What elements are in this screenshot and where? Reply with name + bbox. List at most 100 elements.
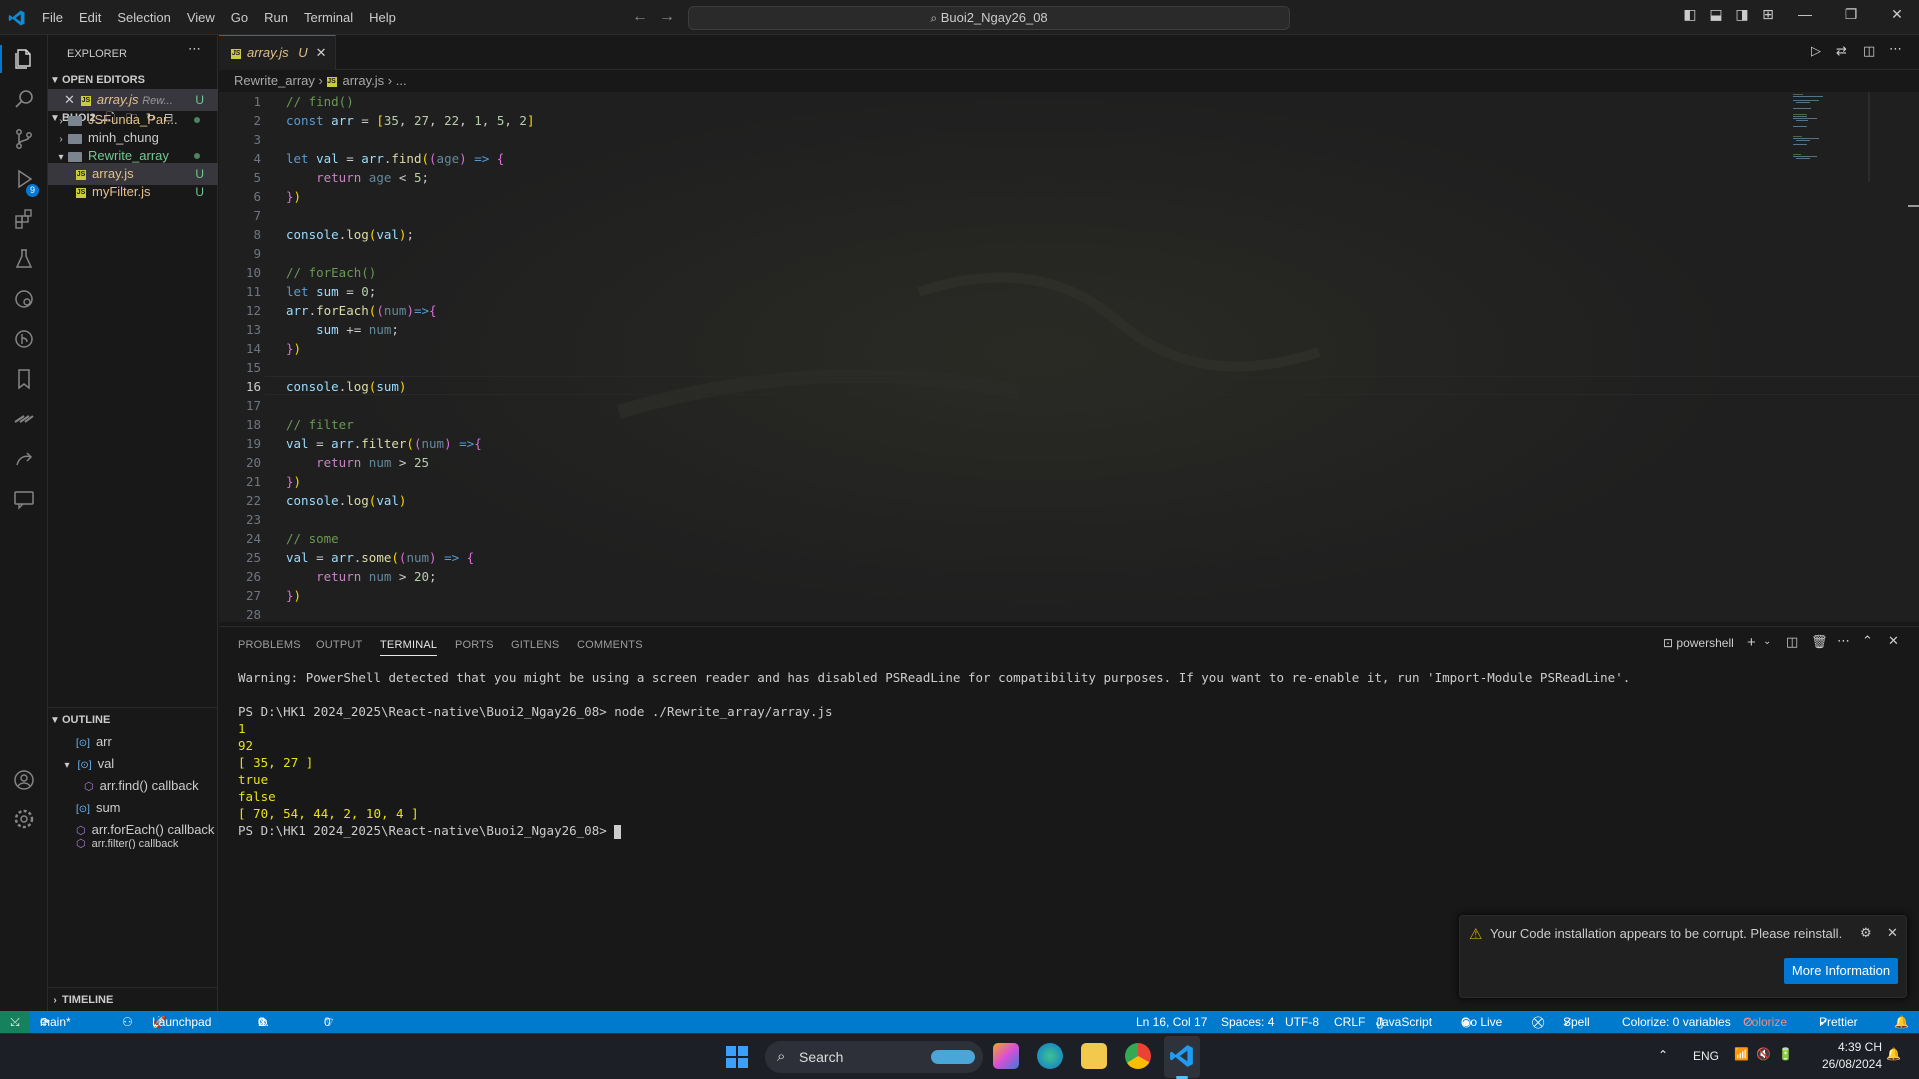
input-language[interactable]: ENG (1693, 1049, 1719, 1063)
kill-terminal-icon[interactable]: 🗑 (1811, 634, 1828, 650)
minimize-window-icon[interactable]: — (1795, 6, 1815, 22)
split-terminal-icon[interactable]: ◫ (1786, 634, 1798, 650)
terminal-shell-selector[interactable]: ⊡ powershell (1663, 636, 1734, 650)
live-share-icon[interactable] (12, 447, 36, 471)
remote-explorer-icon[interactable] (12, 287, 36, 311)
testing-flask-icon[interactable] (12, 247, 36, 271)
folder-icon (68, 133, 82, 144)
menu-selection[interactable]: Selection (109, 0, 178, 35)
code-editor[interactable]: 1 2 3 4 5 6 7 8 9 10 11 12 13 14 15 16 17 18 19 20 21 22 23 24 2… (219, 92, 1919, 622)
code-content[interactable]: // find() const arr = [35, 27, 22, 1, 5,… (286, 92, 534, 605)
cursor-position[interactable]: Ln 16, Col 17 (1136, 1011, 1207, 1033)
source-control-icon[interactable] (12, 127, 36, 151)
show-hidden-icons-icon[interactable]: ⌃ (1658, 1048, 1668, 1062)
outline-item[interactable]: ▾ [⊙] val (48, 753, 218, 775)
menu-go[interactable]: Go (223, 0, 256, 35)
outline-item[interactable]: [⊙] sum (48, 797, 218, 819)
manage-gear-icon[interactable] (12, 807, 36, 831)
end-of-line[interactable]: CRLF (1334, 1011, 1365, 1033)
breadcrumb-symbol[interactable]: ... (396, 73, 407, 88)
notification-bell-icon[interactable]: 🔔 (1886, 1047, 1901, 1061)
menu-run[interactable]: Run (256, 0, 296, 35)
tree-file-myfilter-js[interactable]: JS myFilter.js U (48, 181, 218, 203)
extensions-icon[interactable] (12, 207, 36, 231)
timeline-header[interactable]: › TIMELINE (48, 989, 218, 1011)
encoding[interactable]: UTF-8 (1285, 1011, 1319, 1033)
menu-file[interactable]: File (34, 0, 71, 35)
search-icon[interactable] (12, 87, 36, 111)
run-file-icon[interactable]: ▷ (1811, 43, 1821, 59)
taskbar-search-box[interactable]: ⌕ Search (765, 1041, 983, 1073)
more-actions-icon[interactable]: ⋯ (1837, 633, 1850, 649)
indentation[interactable]: Spaces: 4 (1221, 1011, 1274, 1033)
file-explorer-icon[interactable] (1081, 1043, 1107, 1069)
tab-gitlens[interactable]: GITLENS (511, 639, 559, 651)
toggle-secondary-sidebar-icon[interactable]: ◨ (1732, 6, 1752, 23)
menu-view[interactable]: View (179, 0, 223, 35)
scrollbar-position-marker[interactable] (1908, 205, 1919, 207)
toggle-sidebar-icon[interactable]: ◧ (1680, 6, 1700, 23)
breadcrumb-folder[interactable]: Rewrite_array (234, 73, 315, 88)
tab-array-js[interactable]: JS array.js U ✕ (219, 35, 336, 70)
copilot-icon[interactable]: ⛒ (1532, 1011, 1544, 1033)
command-center-search[interactable]: ⌕ Buoi2_Ngay26_08 (688, 6, 1290, 30)
outline-header[interactable]: ▼ OUTLINE (48, 709, 218, 731)
explorer-icon[interactable] (12, 47, 36, 71)
outline-item[interactable]: ⬡ arr.find() callback (48, 775, 218, 797)
colorize-variables[interactable]: Colorize: 0 variables (1622, 1011, 1731, 1033)
tab-terminal[interactable]: TERMINAL (380, 639, 438, 656)
gitlens-icon[interactable] (12, 327, 36, 351)
more-information-button[interactable]: More Information (1784, 958, 1898, 984)
new-terminal-icon[interactable]: + (1747, 634, 1756, 651)
outline-item[interactable]: [⊙] arr (48, 731, 218, 753)
tab-ports[interactable]: PORTS (455, 639, 494, 651)
chevron-down-icon[interactable]: ⌄ (1763, 636, 1771, 647)
outline-item[interactable]: ⬡ arr.filter() callback (48, 837, 218, 849)
bookmarks-icon[interactable] (12, 367, 36, 391)
tab-output[interactable]: OUTPUT (316, 639, 362, 651)
gitlens-status-icon[interactable]: ⚇ (122, 1011, 133, 1033)
breadcrumb-file[interactable]: array.js (343, 73, 385, 88)
terminal-prompt-line[interactable]: PS D:\HK1 2024_2025\React-native\Buoi2_N… (238, 822, 622, 839)
battery-icon[interactable]: 🔋 (1778, 1047, 1793, 1061)
close-icon[interactable]: ✕ (64, 92, 75, 107)
windows-start-icon[interactable] (726, 1046, 748, 1068)
minimap[interactable] (1790, 92, 1870, 182)
close-panel-icon[interactable]: ✕ (1888, 633, 1899, 649)
close-tab-icon[interactable]: ✕ (316, 45, 327, 60)
tab-comments[interactable]: COMMENTS (577, 639, 643, 651)
wifi-icon[interactable]: 📶 (1734, 1047, 1749, 1061)
clock-time[interactable]: 4:39 CH (1832, 1040, 1882, 1054)
menu-terminal[interactable]: Terminal (296, 0, 361, 35)
toggle-panel-icon[interactable]: ⬓ (1706, 6, 1726, 23)
restore-window-icon[interactable]: ❐ (1841, 6, 1861, 23)
open-changes-icon[interactable]: ⇄ (1836, 43, 1847, 59)
close-notification-icon[interactable]: ✕ (1887, 925, 1898, 941)
copilot-app-icon[interactable] (993, 1043, 1019, 1069)
menu-edit[interactable]: Edit (71, 0, 109, 35)
clock-date[interactable]: 26/08/2024 (1815, 1057, 1882, 1071)
edge-browser-icon[interactable] (1037, 1043, 1063, 1069)
more-actions-icon[interactable]: ⋯ (188, 41, 201, 57)
notification-settings-gear-icon[interactable]: ⚙ (1860, 925, 1872, 941)
maximize-panel-icon[interactable]: ⌃ (1862, 633, 1873, 649)
more-actions-icon[interactable]: ⋯ (1889, 41, 1902, 57)
chrome-browser-icon[interactable] (1125, 1043, 1151, 1069)
open-editors-header[interactable]: ▼ OPEN EDITORS (48, 69, 218, 91)
notifications-bell-icon[interactable]: 🔔 (1894, 1011, 1909, 1033)
speaker-muted-icon[interactable]: 🔇 (1756, 1047, 1771, 1061)
run-debug-icon[interactable] (12, 167, 36, 191)
prettier-icon[interactable] (12, 407, 36, 431)
split-editor-icon[interactable]: ◫ (1863, 43, 1875, 59)
customize-layout-icon[interactable]: ⊞ (1758, 6, 1778, 23)
close-window-icon[interactable]: ✕ (1887, 6, 1907, 23)
remote-indicator-icon[interactable]: ⤩ (0, 1011, 30, 1033)
chat-icon[interactable] (12, 487, 36, 511)
vscode-taskbar-icon[interactable] (1169, 1043, 1195, 1069)
back-arrow-icon[interactable]: ← (632, 8, 648, 26)
line-number: 7 (253, 208, 261, 223)
forward-arrow-icon[interactable]: → (659, 8, 675, 26)
accounts-icon[interactable] (12, 768, 36, 792)
menu-help[interactable]: Help (361, 0, 404, 35)
tab-problems[interactable]: PROBLEMS (238, 639, 301, 651)
